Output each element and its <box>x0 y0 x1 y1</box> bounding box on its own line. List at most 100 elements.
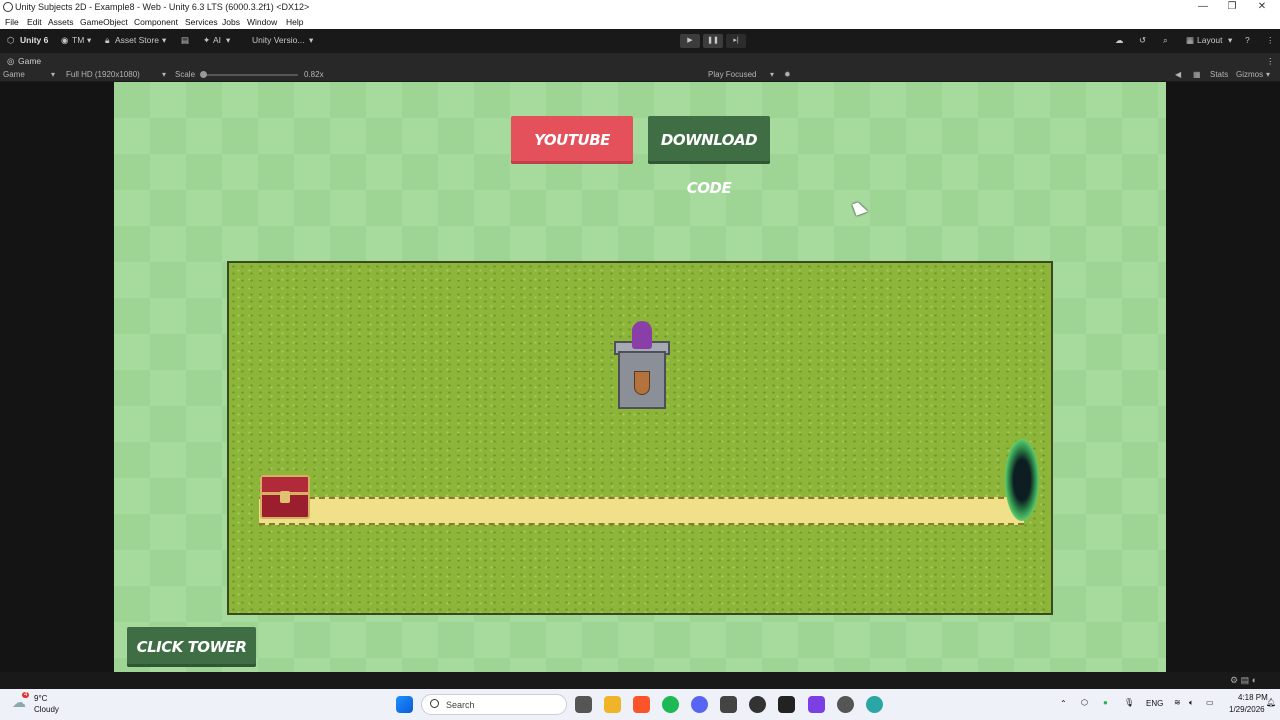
step-button[interactable]: ▸| <box>726 34 746 48</box>
help-icon[interactable]: ? <box>1245 35 1250 45</box>
weather-temp[interactable]: 9°C <box>34 694 47 703</box>
display-select[interactable]: Game <box>3 70 25 79</box>
taskbar-search[interactable]: Search <box>421 694 567 715</box>
sand-path <box>259 497 1024 525</box>
chest-lock <box>280 491 290 503</box>
language-indicator[interactable]: ENG <box>1146 699 1163 708</box>
menu-file[interactable]: File <box>5 17 19 27</box>
tab-menu-icon[interactable]: ⋮ <box>1266 56 1275 67</box>
unity-hub-icon[interactable] <box>720 696 737 713</box>
wifi-icon[interactable]: ≋ <box>1174 698 1181 707</box>
unity-version-label[interactable]: Unity 6 <box>20 35 48 45</box>
menu-help[interactable]: Help <box>286 17 303 27</box>
volume-icon[interactable]: 🔈︎ <box>1189 698 1194 708</box>
grass-field <box>227 261 1053 615</box>
brave-browser-icon[interactable] <box>633 696 650 713</box>
clock-date[interactable]: 1/29/2026 <box>1229 705 1265 714</box>
visual-studio-icon[interactable] <box>808 696 825 713</box>
scale-value: 0.82x <box>304 70 324 79</box>
chevron-down-icon: ▾ <box>87 35 92 45</box>
battery-icon[interactable]: ▭ <box>1206 698 1214 707</box>
tab-game[interactable]: Game <box>18 56 41 66</box>
chevron-down-icon: ▾ <box>1266 70 1271 79</box>
scale-slider-track[interactable] <box>203 74 298 76</box>
resolution-select[interactable]: Full HD (1920x1080) <box>66 70 140 79</box>
click-tower-button[interactable]: CLICK TOWER <box>127 627 256 667</box>
tray-overflow-icon[interactable]: ⌃ <box>1060 699 1067 708</box>
maximize-button[interactable]: ❐ <box>1225 1 1239 12</box>
ai-button[interactable]: AI <box>213 35 221 45</box>
account-icon[interactable]: ◉ <box>61 35 68 46</box>
menu-window[interactable]: Window <box>247 17 277 27</box>
menu-assets[interactable]: Assets <box>48 17 74 27</box>
game-tab-header: ◎ Game ⋮ <box>0 53 1280 67</box>
version-control-button[interactable]: Unity Versio... <box>252 35 304 45</box>
history-icon[interactable]: ↺ <box>1139 35 1146 46</box>
wizard-tower[interactable] <box>614 321 670 409</box>
treasure-chest <box>260 475 310 519</box>
mute-audio-icon[interactable]: ◀ <box>1175 70 1181 79</box>
menu-services[interactable]: Services <box>185 17 218 27</box>
menu-bar: File Edit Assets GameObject Component Se… <box>0 15 1280 29</box>
taskbar: ☁ 4 9°C Cloudy Search ⌃ ⬡ ● 🎙︎ ENG ≋ 🔈︎ … <box>0 689 1280 720</box>
layout-icon: ▦ <box>1186 35 1195 45</box>
chevron-down-icon: ▾ <box>162 70 167 79</box>
package-icon[interactable]: ▤ <box>181 35 189 46</box>
scale-slider-handle[interactable] <box>200 71 207 78</box>
menu-gameobject[interactable]: GameObject <box>80 17 128 27</box>
chevron-down-icon: ▾ <box>51 70 56 79</box>
task-view-icon[interactable] <box>575 696 592 713</box>
github-desktop-icon[interactable] <box>837 696 854 713</box>
status-bar: ⚙ ▤ ◐ <box>0 672 1280 689</box>
chevron-down-icon: ▾ <box>770 70 775 79</box>
discord-icon[interactable] <box>691 696 708 713</box>
menu-component[interactable]: Component <box>134 17 178 27</box>
main-toolbar: ⬡ Unity 6 ◉ TM ▾ 🔒︎ Asset Store ▾ ▤ ✦ AI… <box>0 29 1280 53</box>
cloud-icon[interactable]: ☁ <box>1115 35 1124 46</box>
scale-label: Scale <box>175 70 196 79</box>
status-dot-icon[interactable]: ● <box>1103 698 1108 707</box>
unity-menu-icon[interactable]: ⬡ <box>7 35 14 46</box>
minimize-button[interactable]: — <box>1196 1 1210 12</box>
stats-button[interactable]: Stats <box>1210 70 1228 79</box>
notifications-icon[interactable]: 🔔︎ <box>1266 698 1276 707</box>
play-mode-select[interactable]: Play Focused <box>708 70 756 79</box>
account-dropdown[interactable]: TM <box>72 35 84 45</box>
layout-dropdown[interactable]: Layout <box>1197 35 1223 45</box>
close-button[interactable]: ✕ <box>1255 1 1269 12</box>
search-placeholder: Search <box>446 700 475 710</box>
menu-jobs[interactable]: Jobs <box>222 17 240 27</box>
wizard-character <box>632 321 652 349</box>
search-icon[interactable]: ⌕ <box>1163 35 1168 46</box>
keyboard-icon[interactable]: ▦ <box>1193 70 1201 79</box>
title-bar: Unity Subjects 2D - Example8 - Web - Uni… <box>0 0 1280 15</box>
security-icon[interactable]: ⬡ <box>1081 698 1088 707</box>
more-options-icon[interactable]: ⋮ <box>1266 35 1275 46</box>
media-player-icon[interactable] <box>749 696 766 713</box>
status-icons: ⚙ ▤ ◐ <box>1230 675 1258 685</box>
microphone-icon[interactable]: 🎙︎ <box>1124 698 1134 707</box>
play-button[interactable]: ▶ <box>680 34 700 48</box>
game-canvas[interactable]: YOUTUBE DOWNLOAD CODE CLICK TOWER <box>114 82 1166 672</box>
browser-icon[interactable] <box>866 696 883 713</box>
pause-button[interactable]: ❚❚ <box>703 34 723 48</box>
enemy-portal <box>1005 439 1039 521</box>
spotify-icon[interactable] <box>662 696 679 713</box>
windows-start-icon[interactable] <box>396 696 413 713</box>
download-code-button[interactable]: DOWNLOAD CODE <box>648 116 770 197</box>
weather-badge: 4 <box>22 692 30 698</box>
search-icon <box>430 699 439 708</box>
chevron-down-icon: ▾ <box>309 35 314 45</box>
chevron-down-icon: ▾ <box>226 35 231 45</box>
weather-desc[interactable]: Cloudy <box>34 705 59 714</box>
menu-edit[interactable]: Edit <box>27 17 42 27</box>
youtube-button[interactable]: YOUTUBE <box>511 116 633 164</box>
lock-icon: 🔒︎ <box>105 35 110 45</box>
file-explorer-icon[interactable] <box>604 696 621 713</box>
gizmos-button[interactable]: Gizmos <box>1236 70 1263 79</box>
game-view-toolbar: Game ▾ Full HD (1920x1080) ▾ Scale 0.82x… <box>0 67 1280 82</box>
asset-store-button[interactable]: Asset Store <box>115 35 159 45</box>
unity-editor-icon[interactable] <box>778 696 795 713</box>
bug-icon[interactable]: ✹ <box>784 70 791 79</box>
clock-time[interactable]: 4:18 PM <box>1238 693 1268 702</box>
